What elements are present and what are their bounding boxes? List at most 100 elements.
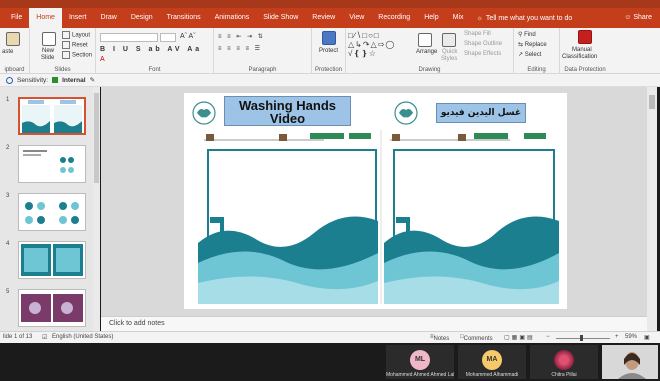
- shapes-gallery[interactable]: □∕∖□○□ △↳↷△⇨◯ √❴❵☆: [348, 31, 395, 58]
- tab-slide-show[interactable]: Slide Show: [256, 8, 305, 28]
- slide-thumbnail[interactable]: 2: [4, 145, 94, 185]
- slide-thumbnail[interactable]: 3: [4, 193, 94, 233]
- list-buttons[interactable]: ≡ ≡ ⇤ ⇥ ⇅: [218, 33, 265, 40]
- thumb-1-graphic: [22, 100, 82, 133]
- comments-button[interactable]: □ Comments: [460, 334, 493, 342]
- manual-classification-button[interactable]: Manual: [572, 47, 592, 53]
- tab-draw[interactable]: Draw: [93, 8, 123, 28]
- reset-label: Reset: [72, 42, 88, 49]
- share-button[interactable]: ☺ Share: [624, 8, 652, 28]
- protect-button[interactable]: Protect: [319, 48, 338, 54]
- tab-help[interactable]: Help: [417, 8, 445, 28]
- zoom-slider[interactable]: [556, 338, 610, 339]
- protect-icon: [322, 31, 336, 45]
- new-slide-button[interactable]: New: [42, 48, 54, 54]
- new-slide-icon: [42, 32, 56, 46]
- tell-me-search[interactable]: ☼ Tell me what you want to do: [477, 15, 573, 22]
- sensitivity-value[interactable]: Internal: [62, 77, 85, 84]
- slide-thumbnail-image[interactable]: [18, 145, 86, 183]
- zoom-out-button[interactable]: −: [546, 334, 550, 340]
- notes-label: Notes: [433, 336, 450, 342]
- quick-styles-button-line2[interactable]: Styles: [441, 56, 457, 62]
- slide-title-arabic[interactable]: غسل اليدين فيديو: [436, 103, 526, 123]
- scroll-thumb[interactable]: [94, 93, 99, 183]
- zoom-slider-handle[interactable]: [580, 335, 583, 341]
- align-buttons[interactable]: ≡ ≡ ≡ ≡ ☰: [218, 45, 262, 52]
- reset-button[interactable]: Reset: [62, 41, 88, 49]
- editing-label: Editing: [527, 67, 546, 73]
- zoom-level[interactable]: 59%: [625, 334, 637, 340]
- canvas-scrollbar[interactable]: [647, 87, 657, 331]
- slide-thumbnail[interactable]: 5: [4, 289, 94, 329]
- fit-slide-icon[interactable]: ▣: [644, 334, 650, 341]
- slide-thumbnail-image[interactable]: [18, 241, 86, 279]
- slide-thumbnail-image[interactable]: [18, 289, 86, 327]
- participant-video: [602, 345, 658, 379]
- tab-recording[interactable]: Recording: [371, 8, 417, 28]
- cursor-icon: ↗: [518, 52, 524, 58]
- participant-tile[interactable]: ML Mohammed Ahmed Ahmed Lalmahi: [386, 345, 454, 379]
- view-buttons[interactable]: ▢▦▣▤: [504, 334, 535, 341]
- slide-thumbnail-image[interactable]: [18, 97, 86, 135]
- tab-review[interactable]: Review: [305, 8, 342, 28]
- avatar: ML: [410, 350, 430, 370]
- paste-icon: [6, 32, 20, 46]
- section-button[interactable]: Section: [62, 51, 92, 59]
- paragraph-label: Paragraph: [248, 67, 277, 73]
- slide-thumbnail-image[interactable]: [18, 193, 86, 231]
- zoom-in-button[interactable]: +: [615, 334, 619, 340]
- slides-group: New Slide Layout Reset Section Slides: [30, 28, 96, 74]
- tab-file[interactable]: File: [4, 8, 29, 28]
- tab-home[interactable]: Home: [29, 8, 62, 28]
- participant-tile[interactable]: MA Mohammed Alhammadi: [458, 345, 526, 379]
- font-size-combo[interactable]: [160, 33, 176, 42]
- current-slide[interactable]: Washing Hands Video غسل اليدين فيديو: [184, 93, 567, 309]
- tab-mix[interactable]: Mix: [446, 8, 471, 28]
- language-indicator[interactable]: English (United States): [52, 334, 113, 340]
- font-color-button[interactable]: A: [100, 56, 105, 63]
- participant-video-tile[interactable]: [602, 345, 658, 379]
- tab-design[interactable]: Design: [124, 8, 160, 28]
- protection-group: Protect Protection: [312, 28, 346, 74]
- participant-tile[interactable]: Chitra Pillai: [530, 345, 598, 379]
- arrange-button[interactable]: Arrange: [416, 49, 437, 55]
- new-slide-button-line2[interactable]: Slide: [41, 55, 54, 61]
- manual-classification-button-line2[interactable]: Classification: [562, 54, 597, 60]
- select-button[interactable]: ↗ Select: [518, 51, 541, 58]
- tab-animations[interactable]: Animations: [208, 8, 257, 28]
- data-protection-group: Manual Classification Data Protection: [560, 28, 610, 74]
- grow-font-button[interactable]: Aˆ Aˇ: [180, 33, 196, 40]
- shape-fill-button[interactable]: Shape Fill: [464, 31, 491, 37]
- slide-canvas: Washing Hands Video غسل اليدين فيديو: [101, 87, 647, 316]
- shape-effects-button[interactable]: Shape Effects: [464, 51, 501, 57]
- font-name-combo[interactable]: [100, 33, 158, 42]
- thumbnails-scrollbar[interactable]: [93, 87, 100, 331]
- slide-thumbnail[interactable]: 4: [4, 241, 94, 281]
- mcafee-shield-icon: [578, 30, 592, 44]
- slide-thumbnails-panel: 1 2 3 4 5: [0, 87, 100, 331]
- quick-styles-button[interactable]: Quick: [442, 49, 457, 55]
- replace-button[interactable]: ⇆ Replace: [518, 41, 547, 48]
- font-group: Aˆ Aˇ B I U S ab AV Aa A Font: [96, 28, 214, 74]
- find-button[interactable]: ⚲ Find: [518, 31, 536, 38]
- slide-title-english[interactable]: Washing Hands Video: [224, 96, 351, 126]
- scroll-thumb[interactable]: [649, 95, 655, 109]
- shape-outline-button[interactable]: Shape Outline: [464, 41, 502, 47]
- spellcheck-icon[interactable]: ☑: [42, 334, 47, 341]
- layout-button[interactable]: Layout: [62, 31, 90, 39]
- font-format-buttons[interactable]: B I U S ab AV Aa: [100, 46, 202, 53]
- tab-view[interactable]: View: [342, 8, 371, 28]
- notes-button[interactable]: ≡ Notes: [430, 334, 449, 342]
- pencil-icon[interactable]: ✎: [90, 76, 95, 84]
- data-protection-label: Data Protection: [564, 67, 606, 73]
- paste-button[interactable]: aste: [2, 49, 13, 55]
- window-titlebar: [0, 0, 660, 8]
- replace-icon: ⇆: [518, 42, 524, 48]
- thumb-5-graphic: [21, 294, 83, 322]
- protection-label: Protection: [314, 67, 342, 73]
- slide-thumbnail[interactable]: 1: [4, 97, 94, 137]
- tab-insert[interactable]: Insert: [62, 8, 94, 28]
- notes-pane[interactable]: Click to add notes: [101, 316, 647, 331]
- tab-transitions[interactable]: Transitions: [160, 8, 208, 28]
- thumb-4-graphic: [21, 244, 83, 276]
